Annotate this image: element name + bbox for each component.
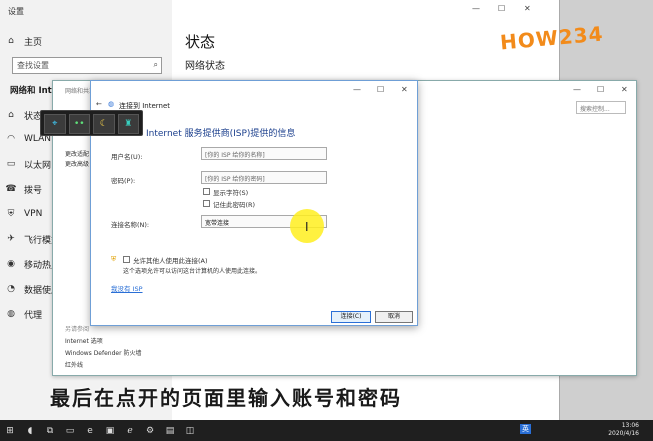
task-view-icon[interactable]: ⧉ (40, 420, 60, 441)
change-advanced-link[interactable]: 更改高级 (65, 159, 89, 168)
ethernet-icon: ▭ (6, 159, 16, 169)
network-status-heading: 网络状态 (185, 61, 225, 72)
text-cursor-icon: Ⅰ (305, 220, 309, 234)
sidebar-item-label: 拨号 (24, 185, 43, 196)
allow-others-description: 这个选项允许可以访问这台计算机的人使用此连接。 (123, 268, 262, 275)
search-placeholder: 搜索控制... (580, 106, 610, 113)
sidebar-item-ethernet[interactable]: ▭ 以太网 (6, 157, 51, 171)
dialog-heading: Internet 服务提供商(ISP)提供的信息 (146, 129, 296, 139)
allow-others-label: 允许其他人使用此连接(A) (133, 257, 208, 265)
allow-others-checkbox[interactable] (123, 256, 130, 263)
edge-icon[interactable]: e (80, 420, 100, 441)
hotspot-icon: ◉ (7, 259, 15, 269)
connection-name-value: 宽带连接 (205, 220, 230, 227)
dialup-icon: ☎ (5, 184, 17, 194)
moon-icon[interactable]: ☾ (93, 114, 115, 134)
maximize-button[interactable]: ☐ (377, 85, 384, 94)
remember-password-checkbox[interactable] (203, 200, 210, 207)
password-input[interactable]: [你的 ISP 给你的密码] (201, 171, 327, 184)
dots-icon[interactable]: •• (68, 114, 90, 134)
connect-button[interactable]: 连接(C) (331, 311, 371, 323)
store-icon[interactable]: ▣ (100, 420, 120, 441)
close-button[interactable]: ✕ (524, 4, 531, 13)
settings-search-input[interactable]: 查找设置 ⌕ (12, 57, 162, 74)
ie-icon[interactable]: ℯ (120, 420, 140, 441)
no-isp-link[interactable]: 我没有 ISP (111, 283, 143, 293)
sidebar-item-dialup[interactable]: ☎ 拨号 (5, 182, 43, 196)
back-arrow-icon[interactable]: ← (96, 100, 102, 108)
folder-icon[interactable]: ▭ (60, 420, 80, 441)
minimize-button[interactable]: — (573, 85, 581, 94)
infrared-link[interactable]: 红外线 (65, 360, 83, 369)
settings-gear-icon[interactable]: ⚙ (140, 420, 160, 441)
close-button[interactable]: ✕ (621, 85, 628, 94)
sidebar-item-proxy[interactable]: ◍ 代理 (6, 307, 42, 321)
connection-name-label: 连接名称(N): (111, 221, 150, 229)
brush-icon[interactable]: ♜ (117, 114, 139, 134)
proxy-icon: ◍ (7, 309, 15, 319)
page-title: 状态 (185, 33, 216, 51)
clock[interactable]: 13:06 2020/4/16 (608, 422, 639, 438)
clock-time: 13:06 (621, 422, 639, 429)
show-chars-checkbox[interactable] (203, 188, 210, 195)
maximize-button[interactable]: ☐ (498, 4, 505, 13)
internet-options-link[interactable]: Internet 选项 (65, 336, 103, 345)
control-panel-icon[interactable]: ▤ (160, 420, 180, 441)
password-label: 密码(P): (111, 177, 136, 185)
ime-indicator[interactable]: 英 (520, 424, 531, 434)
username-placeholder: [你的 ISP 给你的名称] (205, 152, 265, 159)
username-input[interactable]: [你的 ISP 给你的名称] (201, 147, 327, 160)
sidebar-item-label: 以太网 (24, 160, 52, 171)
sidebar-item-status[interactable]: ⌂ 状态 (6, 108, 42, 122)
uac-shield-icon: ⛨ (111, 255, 117, 263)
see-also-title: 另请参阅 (65, 326, 90, 333)
pointer-icon[interactable]: ⌖ (44, 114, 66, 134)
home-icon: ⌂ (8, 36, 14, 46)
data-usage-icon: ◔ (7, 284, 15, 294)
home-icon: ⌂ (8, 110, 14, 120)
password-placeholder: [你的 ISP 给你的密码] (205, 176, 265, 183)
taskbar: ⊞ ◖ ⧉ ▭ e ▣ ℯ ⚙ ▤ ◫ 英 13:06 2020/4/16 (0, 420, 653, 441)
sidebar-item-label: VPN (24, 209, 43, 219)
floating-toolbar: ⌖ •• ☾ ♜ (40, 110, 143, 136)
username-label: 用户名(U): (111, 153, 143, 161)
sidebar-item-label: 代理 (24, 310, 43, 321)
firewall-link[interactable]: Windows Defender 防火墙 (65, 348, 141, 357)
change-adapter-link[interactable]: 更改适配 (65, 149, 89, 158)
sidebar-item-vpn[interactable]: ⛨ VPN (6, 207, 43, 221)
maximize-button[interactable]: ☐ (597, 85, 604, 94)
wifi-icon: ◠ (7, 134, 15, 144)
search-placeholder: 查找设置 (17, 61, 49, 70)
close-button[interactable]: ✕ (401, 85, 408, 94)
cancel-button[interactable]: 取消 (375, 311, 413, 323)
search-icon: ⌕ (153, 60, 158, 69)
remember-password-label: 记住此密码(R) (213, 201, 256, 209)
windows-start-icon[interactable]: ⊞ (0, 420, 20, 441)
clock-date: 2020/4/16 (608, 430, 639, 437)
network-taskbar-icon[interactable]: ◫ (180, 420, 200, 441)
mic-icon[interactable]: ◖ (20, 420, 40, 441)
network-icon: ◍ (108, 100, 115, 108)
video-subtitle: 最后在点开的页面里输入账号和密码 (50, 386, 402, 410)
minimize-button[interactable]: — (353, 85, 361, 94)
settings-title: 设置 (8, 7, 24, 16)
show-chars-label: 显示字符(S) (213, 189, 249, 197)
minimize-button[interactable]: — (472, 4, 480, 13)
home-label: 主页 (24, 37, 43, 48)
home-nav[interactable]: ⌂ 主页 (6, 34, 42, 48)
airplane-icon: ✈ (7, 234, 15, 244)
control-panel-search-input[interactable]: 搜索控制... (576, 101, 626, 114)
vpn-icon: ⛨ (7, 209, 15, 219)
